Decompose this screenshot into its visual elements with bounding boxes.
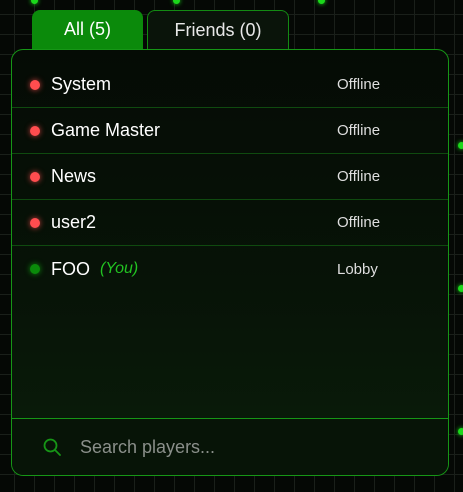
player-name: System	[51, 74, 112, 94]
status-dot-icon	[30, 79, 40, 90]
player-name: FOO	[51, 258, 90, 279]
search-icon	[43, 438, 61, 456]
player-tabs: All (5) Friends (0)	[32, 10, 289, 49]
status-dot-icon	[30, 125, 40, 136]
player-list: System Offline Game Master Offline News …	[12, 62, 448, 292]
status-dot-icon	[30, 171, 40, 182]
player-name: Game Master	[51, 120, 161, 140]
status-dot-icon	[30, 264, 40, 274]
status-dot-icon	[30, 217, 40, 228]
search-input[interactable]	[78, 435, 402, 459]
player-row-system[interactable]: System Offline	[12, 62, 448, 108]
player-list-panel: System Offline Game Master Offline News …	[11, 49, 449, 476]
player-row-user2[interactable]: user2 Offline	[12, 200, 448, 246]
tab-all[interactable]: All (5)	[32, 10, 143, 49]
player-row-game-master[interactable]: Game Master Offline	[12, 108, 448, 154]
player-status: Offline	[337, 76, 381, 93]
tab-friends[interactable]: Friends (0)	[147, 10, 289, 49]
background-dot	[458, 285, 463, 292]
player-status: Lobby	[337, 260, 378, 278]
you-tag: (You)	[100, 260, 139, 277]
background-dot	[31, 0, 38, 4]
background-dot	[318, 0, 325, 4]
player-name: News	[51, 166, 97, 186]
player-status: Offline	[337, 168, 381, 185]
player-status: Offline	[337, 214, 381, 231]
player-row-foo[interactable]: FOO (You) Lobby	[12, 246, 448, 292]
search-bar	[12, 418, 448, 475]
background-dot	[173, 0, 180, 4]
player-status: Offline	[337, 122, 381, 139]
player-name: user2	[51, 212, 97, 232]
background-dot	[458, 142, 463, 149]
player-row-news[interactable]: News Offline	[12, 154, 448, 200]
background-dot	[458, 428, 463, 435]
